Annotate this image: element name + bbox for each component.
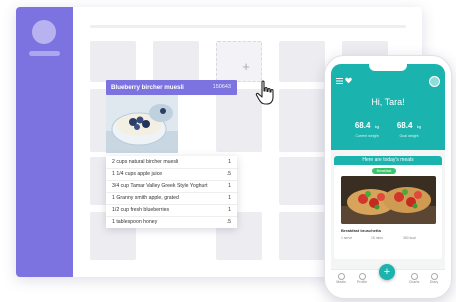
recipe-photo [106,95,178,153]
meals-heading: Here are today's meals [334,156,442,165]
greeting: Hi, Tara! [371,97,405,107]
avatar[interactable] [32,20,56,44]
add-meal-plus-icon[interactable]: + [239,60,253,74]
charts-nav-icon[interactable] [411,273,418,280]
grid-slot[interactable] [279,212,325,260]
grid-slot[interactable] [90,41,136,82]
profile-nav-icon[interactable] [359,273,366,280]
meal-tag: Breakfast [372,168,396,174]
meal-title[interactable]: Breakfast bruschetta [341,228,381,233]
muesli-bowl-image [106,95,178,153]
heart-logo-icon [345,77,352,84]
profile-avatar[interactable] [429,76,440,87]
phone-mockup: Hi, Tara! 68.4 kg Current weight 68.4 kg… [324,55,452,299]
bruschetta-image [341,176,436,224]
recipe-kcal: 150643 [212,84,231,90]
menu-icon[interactable] [336,78,343,84]
recipe-title: Blueberry bircher muesli [111,84,184,91]
stat-goal-weight: 68.4 kg Goal weight [396,121,422,138]
grid-slot[interactable] [279,89,325,152]
nav-profile[interactable]: Profile [352,280,372,284]
sidebar-user-name-placeholder [29,51,60,56]
grid-slot[interactable] [279,157,325,205]
meals-nav-icon[interactable] [338,273,345,280]
hand-pointer-cursor-icon [255,80,274,105]
grid-slot[interactable] [153,41,199,82]
ingredients-list: 2 cups natural bircher muesli 1 1 1/4 cu… [106,156,237,228]
ingredient-row[interactable]: 1 tablespoon honey .5 [106,216,237,228]
recipe-card[interactable]: Blueberry bircher muesli 150643 2 cups n… [106,80,237,228]
nav-diary[interactable]: Diary [424,280,444,284]
meal-photo[interactable] [341,176,436,224]
stat-current-weight: 68.4 kg Current weight [354,121,380,138]
sidebar [16,7,73,277]
header-placeholder-bar [90,25,406,28]
add-button[interactable]: + [379,264,395,280]
grid-slot[interactable] [279,41,325,82]
phone-header: Hi, Tara! 68.4 kg Current weight 68.4 kg… [331,64,445,150]
phone-notch [369,64,407,71]
diary-nav-icon[interactable] [431,273,438,280]
recipe-card-header[interactable]: Blueberry bircher muesli 150643 [106,80,237,95]
nav-charts[interactable]: Charts [404,280,424,284]
meal-kcal: 350 kcal [403,236,416,240]
phone-screen: Hi, Tara! 68.4 kg Current weight 68.4 kg… [331,64,445,290]
meal-serves: 1 serve [341,236,353,240]
meal-time: 15 mins [371,236,383,240]
nav-meals[interactable]: Meals [331,280,351,284]
